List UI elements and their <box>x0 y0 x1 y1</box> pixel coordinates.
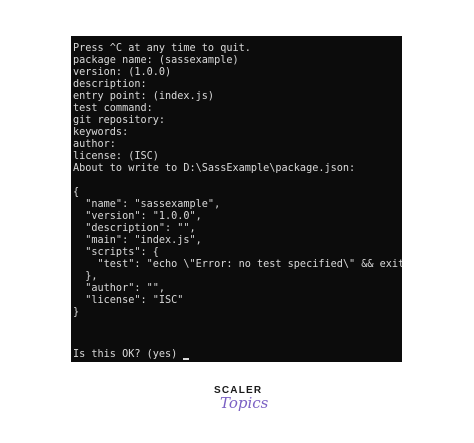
scaler-topics-logo: SCALER Topics <box>212 385 272 415</box>
terminal-line: git repository: <box>73 115 166 126</box>
terminal-line: "name": "sassexample", <box>73 199 221 210</box>
terminal-line: "version": "1.0.0", <box>73 211 202 222</box>
terminal-line: package name: (sassexample) <box>73 55 239 66</box>
terminal-line: entry point: (index.js) <box>73 91 215 102</box>
terminal-line: }, <box>73 271 98 282</box>
text-cursor <box>183 358 190 360</box>
terminal-line: "test": "echo \"Error: no test specified… <box>73 259 402 270</box>
terminal-line: license: (ISC) <box>73 151 159 162</box>
terminal-line: Press ^C at any time to quit. <box>73 43 251 54</box>
terminal-output: Press ^C at any time to quit. package na… <box>73 43 402 319</box>
terminal-line: author: <box>73 139 116 150</box>
terminal-line: "main": "index.js", <box>73 235 202 246</box>
prompt-text: Is this OK? (yes) <box>73 349 178 360</box>
terminal-line: test command: <box>73 103 153 114</box>
terminal-line: keywords: <box>73 127 129 138</box>
terminal-line: "author": "", <box>73 283 166 294</box>
terminal-window[interactable]: Press ^C at any time to quit. package na… <box>71 36 402 362</box>
terminal-line: description: <box>73 79 147 90</box>
terminal-line: "scripts": { <box>73 247 159 258</box>
terminal-prompt[interactable]: Is this OK? (yes) <box>73 349 190 361</box>
logo-wordmark-bottom: Topics <box>220 394 269 412</box>
terminal-line: version: (1.0.0) <box>73 67 172 78</box>
terminal-line: "description": "", <box>73 223 196 234</box>
terminal-line: { <box>73 187 80 198</box>
terminal-line: About to write to D:\SassExample\package… <box>73 163 356 174</box>
terminal-line: } <box>73 307 80 318</box>
terminal-line: "license": "ISC" <box>73 295 184 306</box>
